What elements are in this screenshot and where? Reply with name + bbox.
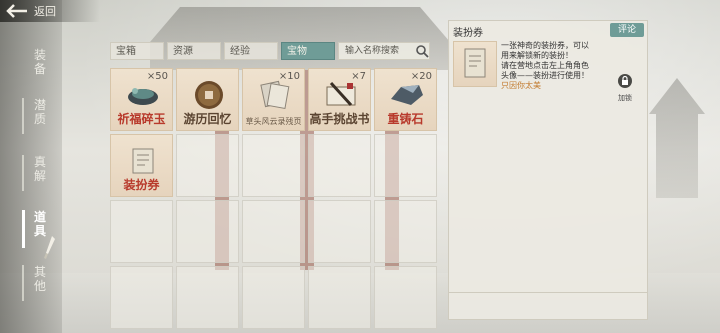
sidebar-active-bar — [22, 210, 25, 248]
category-tabs: 宝箱 资源 经验 宝物 — [110, 42, 440, 64]
inventory-item[interactable]: ×10 草头风云录残页 — [242, 68, 305, 131]
sidebar-item-props[interactable]: 道具 — [22, 210, 55, 259]
empty-slot[interactable] — [308, 266, 371, 329]
detail-footer — [449, 292, 647, 319]
jade-shards-icon — [128, 88, 158, 105]
search-icon[interactable] — [415, 44, 429, 58]
reforge-stone-icon — [391, 85, 423, 105]
back-arrow-icon — [6, 4, 27, 18]
sidebar: 装备 潜质 真解 道具 其他 — [0, 0, 62, 333]
detail-title: 装扮券 — [453, 28, 483, 39]
scroll-icon — [464, 48, 486, 78]
tab-experience[interactable]: 经验 — [224, 42, 278, 60]
sidebar-item-equipment[interactable]: 装备 — [30, 48, 50, 76]
empty-slot[interactable] — [374, 200, 437, 263]
search-input[interactable] — [339, 45, 415, 57]
empty-slot[interactable] — [176, 134, 239, 197]
empty-slot[interactable] — [176, 200, 239, 263]
pavilion — [649, 78, 705, 198]
torn-pages-icon — [260, 80, 290, 109]
sidebar-item-potential[interactable]: 潜质 — [22, 98, 50, 134]
back-label: 返回 — [34, 5, 56, 18]
empty-slot[interactable] — [110, 200, 173, 263]
empty-slot[interactable] — [374, 134, 437, 197]
inventory-item[interactable]: ×7 高手挑战书 — [308, 68, 371, 131]
ancient-coin-icon — [195, 81, 223, 109]
detail-source: 只因你太美 — [501, 81, 541, 90]
sidebar-divider — [22, 98, 24, 134]
inventory-item[interactable]: 装扮券 — [110, 134, 173, 197]
tab-chests[interactable]: 宝箱 — [110, 42, 164, 60]
sidebar-divider — [22, 155, 24, 191]
sidebar-item-truth[interactable]: 真解 — [22, 155, 50, 191]
item-detail-panel: 装扮券 评论 一张神奇的装扮券，可以 用来解锁新的装扮！ 请在营地点击左上角角色… — [448, 20, 648, 320]
empty-slot[interactable] — [374, 266, 437, 329]
empty-slot[interactable] — [308, 200, 371, 263]
sidebar-item-other[interactable]: 其他 — [22, 265, 50, 301]
empty-slot[interactable] — [242, 200, 305, 263]
challenge-letter-icon — [326, 81, 356, 107]
empty-slot[interactable] — [308, 134, 371, 197]
top-bar: 返回 — [0, 0, 100, 22]
search-box — [338, 42, 430, 60]
empty-slot[interactable] — [242, 266, 305, 329]
sidebar-divider — [22, 265, 24, 301]
inventory-item[interactable]: ×50 祈福碎玉 — [110, 68, 173, 131]
inventory-grid: ×50 祈福碎玉 游历回忆 ×10 草头风云录残页 ×7 高手挑战书 ×20 重… — [110, 68, 440, 333]
back-button[interactable]: 返回 — [6, 2, 56, 20]
detail-description: 一张神奇的装扮券，可以 用来解锁新的装扮！ 请在营地点击左上角角色 头像——装扮… — [501, 41, 601, 91]
lock-icon — [618, 74, 632, 88]
inventory-item[interactable]: ×20 重铸石 — [374, 68, 437, 131]
detail-item-icon — [453, 41, 497, 87]
brush-icon — [44, 236, 55, 259]
empty-slot[interactable] — [242, 134, 305, 197]
scroll-icon — [132, 148, 154, 174]
empty-slot[interactable] — [110, 266, 173, 329]
empty-slot[interactable] — [176, 266, 239, 329]
inventory-item[interactable]: 游历回忆 — [176, 68, 239, 131]
tab-resources[interactable]: 资源 — [167, 42, 221, 60]
comment-button[interactable]: 评论 — [610, 23, 644, 37]
tab-treasures[interactable]: 宝物 — [281, 42, 335, 60]
lock-button[interactable]: 加锁 — [615, 73, 635, 103]
